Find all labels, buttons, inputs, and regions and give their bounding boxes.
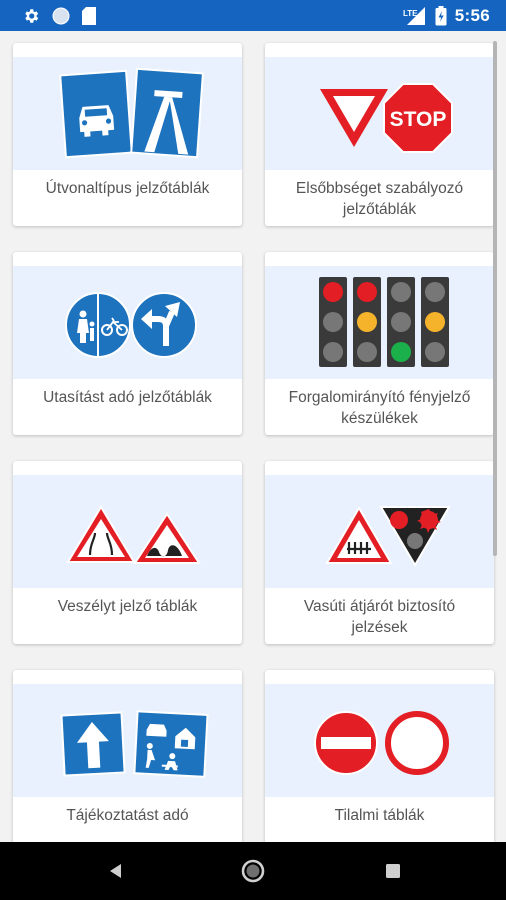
card-image <box>265 266 494 379</box>
settings-icon <box>25 9 39 23</box>
category-card-forgalomiranyito[interactable]: Forgalomirányító fényjelző készülékek <box>265 252 494 435</box>
information-signs-icon <box>60 710 209 778</box>
card-image <box>13 475 242 588</box>
road-type-signs-icon <box>59 67 204 159</box>
recents-button[interactable] <box>378 856 408 886</box>
navigation-bar <box>0 842 506 900</box>
warning-signs-icon <box>66 505 201 564</box>
card-image <box>13 57 242 170</box>
signal-icon: LTE <box>403 7 425 25</box>
stop-sign-text: STOP <box>390 108 447 131</box>
card-label: Tilalmi táblák <box>334 807 425 824</box>
card-label: Vasúti átjárót biztosító jelzések <box>303 598 456 636</box>
card-image <box>265 475 494 588</box>
card-image: STOP <box>265 57 494 170</box>
status-right-icons: LTE 5:56 <box>401 5 490 27</box>
category-card-tilalmi[interactable]: Tilalmi táblák <box>265 670 494 842</box>
category-card-vasuti[interactable]: Vasúti átjárót biztosító jelzések <box>265 461 494 644</box>
card-image <box>265 684 494 797</box>
category-card-veszely[interactable]: Veszélyt jelző táblák <box>13 461 242 644</box>
mandatory-signs-icon <box>65 292 197 358</box>
card-image <box>13 684 242 797</box>
category-grid: Útvonaltípus jelzőtáblák STOP Elsőbbsége… <box>0 31 506 842</box>
card-label: Veszélyt jelző táblák <box>57 598 198 615</box>
card-image <box>13 266 242 379</box>
home-button[interactable] <box>238 856 268 886</box>
category-card-tajekoztatast[interactable]: Tájékoztatást adó <box>13 670 242 842</box>
priority-signs-icon: STOP <box>320 83 453 153</box>
prohibition-signs-icon <box>314 711 449 775</box>
card-label: Tájékoztatást adó <box>66 807 189 824</box>
status-left-icons <box>22 6 96 26</box>
railway-crossing-icon <box>325 506 451 567</box>
category-card-utasitast[interactable]: Utasítást adó jelzőtáblák <box>13 252 242 435</box>
recents-icon <box>386 864 400 878</box>
status-bar: LTE 5:56 <box>0 0 506 31</box>
category-card-elsobbseg[interactable]: STOP Elsőbbséget szabályozó jelzőtáblák <box>265 43 494 226</box>
sd-card-icon <box>82 7 96 25</box>
traffic-lights-icon <box>319 277 449 367</box>
network-type: LTE <box>403 9 418 18</box>
battery-icon <box>435 6 447 26</box>
home-icon <box>241 859 265 883</box>
scrollbar[interactable] <box>493 41 497 556</box>
card-label: Utasítást adó jelzőtáblák <box>43 389 212 406</box>
back-icon <box>110 864 121 878</box>
back-button[interactable] <box>101 856 131 886</box>
clock: 5:56 <box>454 6 490 25</box>
card-label: Útvonaltípus jelzőtáblák <box>45 180 210 197</box>
circle-icon <box>52 7 70 25</box>
card-label: Elsőbbséget szabályozó jelzőtáblák <box>295 180 464 218</box>
card-label: Forgalomirányító fényjelző készülékek <box>288 389 471 427</box>
category-card-utvonaltipus[interactable]: Útvonaltípus jelzőtáblák <box>13 43 242 226</box>
